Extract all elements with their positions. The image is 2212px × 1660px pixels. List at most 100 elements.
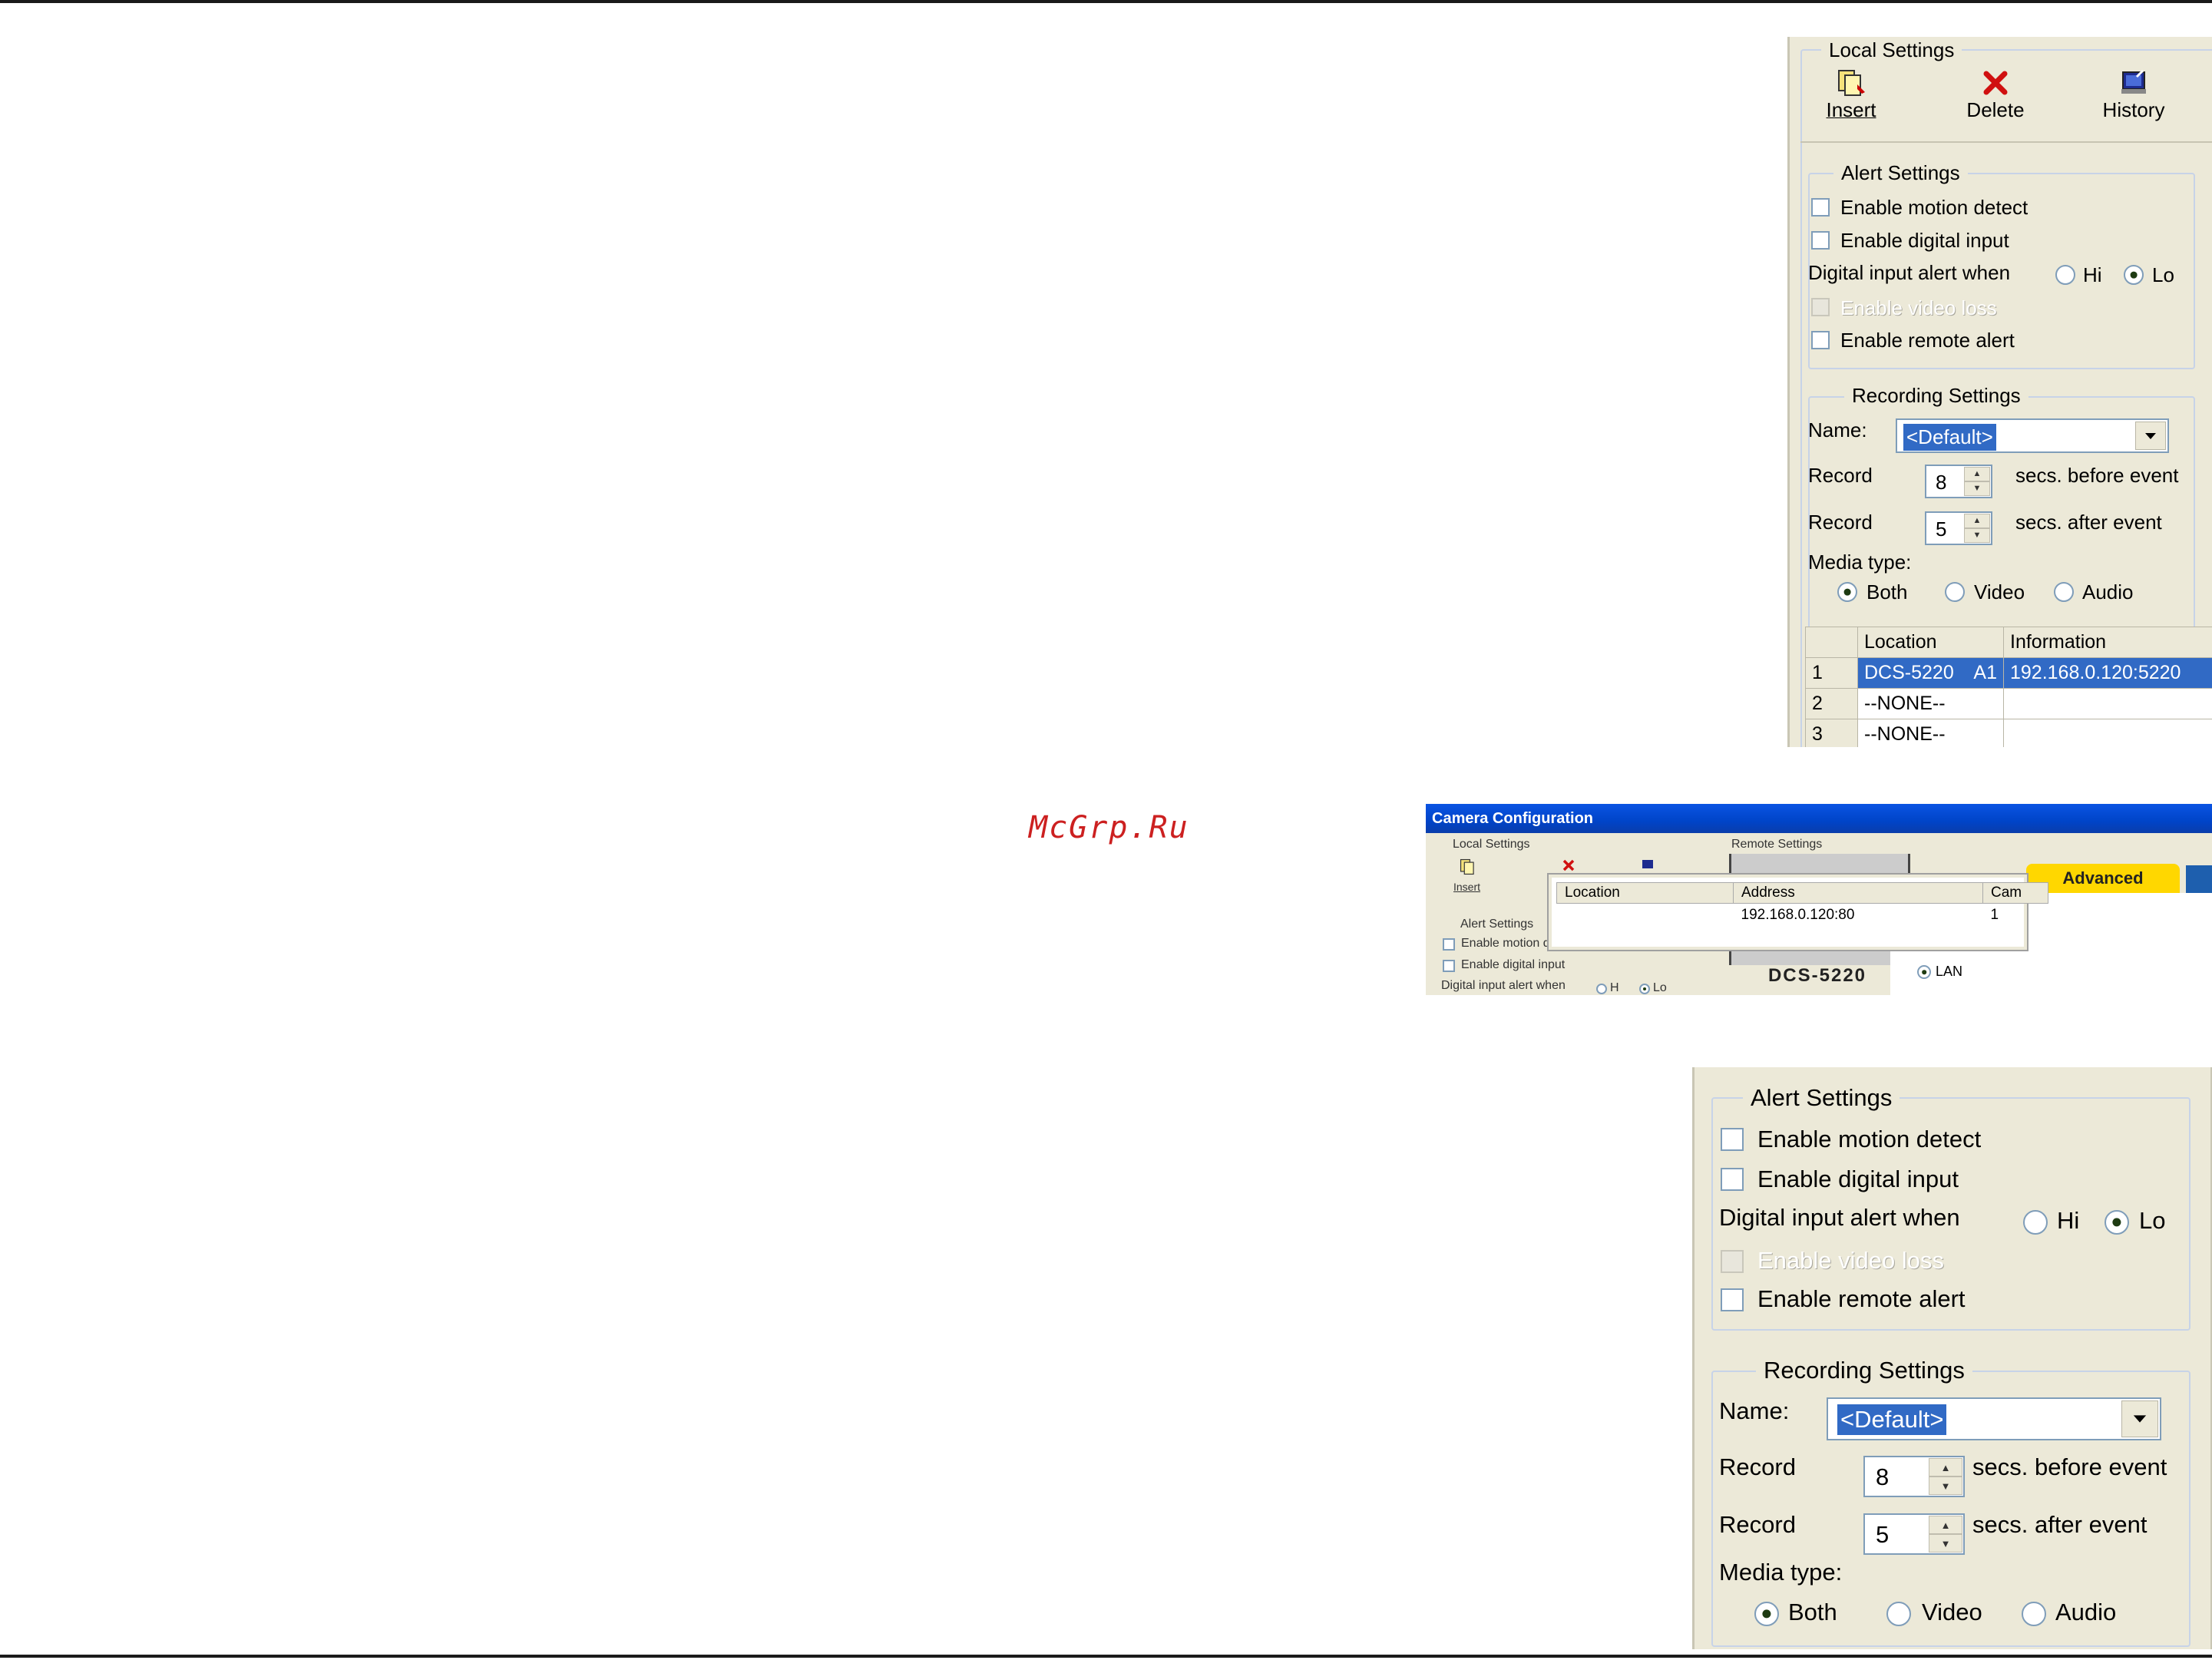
record-after-spinner[interactable]: 5 ▲ ▼ [1925, 511, 1992, 545]
remote-alert-checkbox[interactable] [1811, 331, 1830, 349]
cc-local-settings-legend: Local Settings [1453, 838, 1530, 851]
history-label: History [2102, 98, 2165, 121]
table-row[interactable]: 3 --NONE-- [1805, 719, 2212, 747]
recording-name-combo[interactable]: <Default> [1896, 418, 2169, 453]
spin-up-icon[interactable]: ▲ [1964, 467, 1990, 481]
camera-configuration-window: Camera Configuration Local Settings Remo… [1426, 804, 2212, 995]
zoom-record-after-label: Record [1719, 1511, 1796, 1538]
spin-up-icon[interactable]: ▲ [1929, 1516, 1962, 1534]
zoom-media-both-radio[interactable] [1754, 1602, 1779, 1626]
table-cell-information[interactable] [2003, 688, 2212, 719]
spin-down-icon[interactable]: ▼ [1929, 1476, 1962, 1495]
popup-header-address: Address [1733, 882, 1983, 904]
popup-row[interactable]: 192.168.0.120:80 1 [1557, 904, 2048, 928]
popup-table: Location Address Cam 192.168.0.120:80 1 [1556, 882, 2048, 927]
history-button[interactable]: History [2088, 68, 2180, 122]
camera-model-label: DCS-5220 [1729, 965, 1906, 995]
zoom-media-video-radio[interactable] [1886, 1602, 1911, 1626]
zoom-media-audio-radio[interactable] [2022, 1602, 2046, 1626]
tab-advanced[interactable]: Advanced [2026, 864, 2180, 893]
cc-hi-label: H [1610, 981, 1619, 994]
cc-motion-checkbox[interactable] [1443, 938, 1455, 951]
digital-alert-when-label: Digital input alert when [1808, 261, 2011, 284]
delete-button[interactable]: Delete [1949, 68, 2042, 122]
table-cell-information[interactable] [2003, 719, 2212, 747]
alert-lo-radio[interactable] [2124, 265, 2144, 285]
cc-insert-icon[interactable] [1458, 858, 1478, 876]
watermark-text: McGrp.Ru [1029, 810, 1189, 845]
table-row-number: 3 [1805, 719, 1858, 747]
chevron-down-icon [2133, 1415, 2147, 1423]
spin-down-icon[interactable]: ▼ [1929, 1534, 1962, 1553]
table-header-location[interactable]: Location [1857, 627, 2004, 658]
spin-down-icon[interactable]: ▼ [1964, 481, 1990, 496]
insert-icon [1838, 70, 1865, 96]
popup-header-cam: Cam [1982, 882, 2048, 904]
zoom-recording-name-combo[interactable]: <Default> [1827, 1397, 2161, 1440]
zoom-record-after-spin-buttons[interactable]: ▲ ▼ [1929, 1516, 1962, 1553]
zoom-motion-detect-checkbox[interactable] [1721, 1128, 1744, 1151]
alert-hi-radio[interactable] [2055, 265, 2075, 285]
cc-insert-label[interactable]: Insert [1453, 881, 1480, 893]
table-row-number: 1 [1805, 657, 1858, 689]
insert-button[interactable]: Insert [1805, 68, 1897, 122]
window-title: Camera Configuration [1426, 804, 2212, 833]
media-both-radio[interactable] [1837, 582, 1857, 602]
alert-hi-label: Hi [2083, 263, 2102, 286]
zoom-remote-alert-checkbox[interactable] [1721, 1288, 1744, 1311]
zoom-record-before-spin-buttons[interactable]: ▲ ▼ [1929, 1458, 1962, 1495]
record-after-spin-buttons[interactable]: ▲ ▼ [1964, 514, 1990, 543]
location-name: DCS-5220 [1864, 662, 1954, 683]
lan-radio[interactable] [1917, 965, 1931, 979]
table-cell-location[interactable]: DCS-5220 A1 [1857, 657, 2004, 689]
combo-dropdown-button[interactable] [2135, 422, 2166, 450]
record-after-label: Record [1808, 511, 1873, 534]
popup-cell-location [1557, 904, 1734, 928]
digital-input-label: Enable digital input [1840, 229, 2009, 252]
motion-detect-label: Enable motion detect [1840, 196, 2028, 219]
record-after-value: 5 [1936, 518, 1947, 541]
media-audio-label: Audio [2082, 580, 2134, 603]
cc-hi-radio[interactable] [1596, 984, 1607, 994]
zoom-media-video-label: Video [1922, 1599, 1982, 1625]
zoom-combo-dropdown-button[interactable] [2121, 1400, 2158, 1437]
cc-delete-icon[interactable] [1560, 858, 1577, 873]
chevron-down-icon [2145, 432, 2156, 439]
table-row[interactable]: 2 --NONE-- [1805, 688, 2212, 719]
zoom-alert-lo-radio[interactable] [2105, 1210, 2129, 1235]
table-cell-information[interactable]: 192.168.0.120:5220 [2003, 657, 2212, 689]
cc-lo-radio[interactable] [1639, 984, 1650, 994]
spin-up-icon[interactable]: ▲ [1929, 1458, 1962, 1476]
spin-down-icon[interactable]: ▼ [1964, 528, 1990, 543]
camera-address-popup[interactable]: Location Address Cam 192.168.0.120:80 1 [1549, 875, 2048, 950]
recording-name-value: <Default> [1903, 424, 1996, 451]
record-after-suffix: secs. after event [2015, 511, 2162, 534]
delete-label: Delete [1966, 98, 2025, 121]
cc-history-icon[interactable] [1639, 858, 1656, 873]
camera-table: Location Information 1 DCS-5220 A1 192.1… [1805, 627, 2212, 747]
digital-input-checkbox[interactable] [1811, 231, 1830, 250]
media-video-radio[interactable] [1945, 582, 1965, 602]
zoom-record-before-spinner[interactable]: 8 ▲ ▼ [1863, 1456, 1965, 1497]
zoom-record-after-suffix: secs. after event [1972, 1511, 2148, 1538]
page-top-rule [0, 0, 2212, 3]
zoom-motion-detect-label: Enable motion detect [1757, 1126, 1982, 1152]
table-header-row: Location Information [1805, 627, 2212, 658]
media-audio-radio[interactable] [2054, 582, 2074, 602]
zoom-record-after-spinner[interactable]: 5 ▲ ▼ [1863, 1513, 1965, 1555]
motion-detect-checkbox[interactable] [1811, 198, 1830, 217]
table-cell-location[interactable]: --NONE-- [1857, 688, 2004, 719]
table-cell-location[interactable]: --NONE-- [1857, 719, 2004, 747]
zoom-alert-hi-label: Hi [2057, 1207, 2080, 1234]
table-row[interactable]: 1 DCS-5220 A1 192.168.0.120:5220 [1805, 657, 2212, 689]
zoom-record-before-suffix: secs. before event [1972, 1453, 2167, 1480]
record-before-spin-buttons[interactable]: ▲ ▼ [1964, 467, 1990, 496]
zoom-media-both-label: Both [1788, 1599, 1837, 1625]
popup-cell-cam: 1 [1990, 907, 1999, 923]
cc-digital-checkbox[interactable] [1443, 960, 1455, 972]
spin-up-icon[interactable]: ▲ [1964, 514, 1990, 528]
zoom-digital-input-checkbox[interactable] [1721, 1168, 1744, 1191]
record-before-spinner[interactable]: 8 ▲ ▼ [1925, 465, 1992, 498]
table-header-information[interactable]: Information [2003, 627, 2212, 658]
zoom-alert-hi-radio[interactable] [2023, 1210, 2048, 1235]
